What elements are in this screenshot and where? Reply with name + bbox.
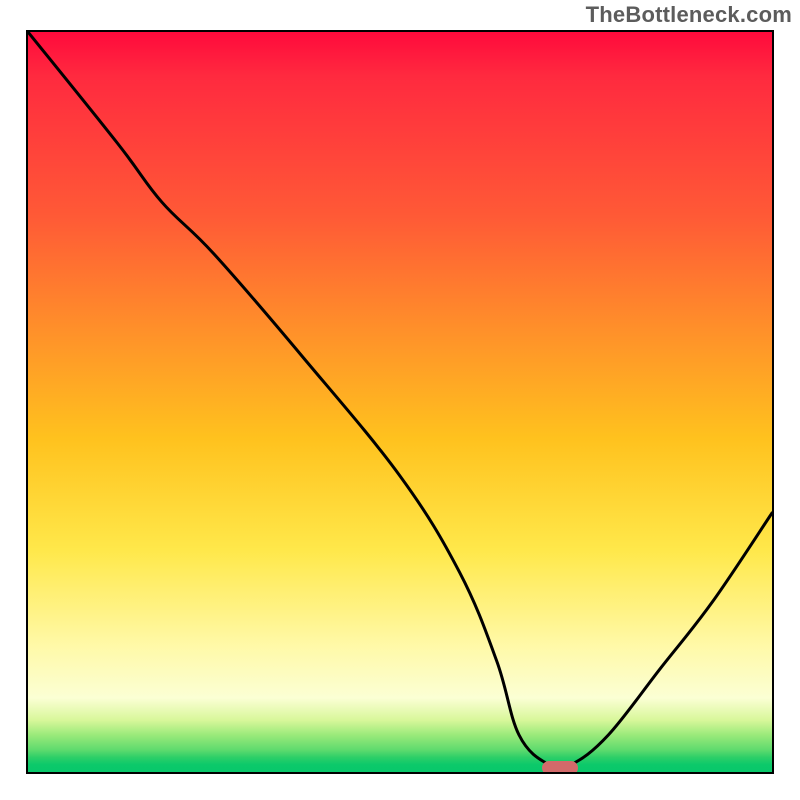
plot-area	[26, 30, 774, 774]
line-curve	[28, 32, 772, 769]
curve-svg	[28, 32, 772, 772]
chart-container: TheBottleneck.com	[0, 0, 800, 800]
watermark-text: TheBottleneck.com	[586, 2, 792, 28]
minimum-marker	[542, 761, 578, 774]
